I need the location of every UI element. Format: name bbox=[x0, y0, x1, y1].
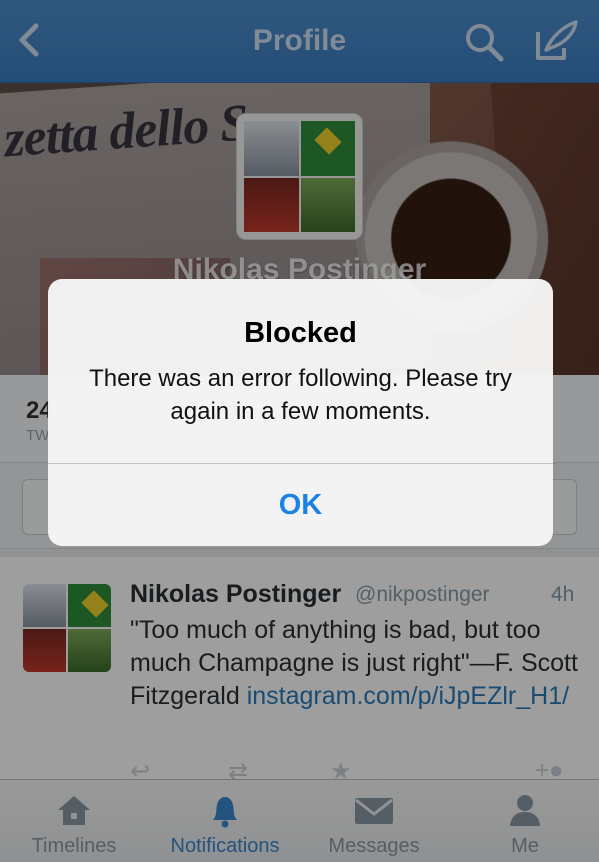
alert-message: There was an error following. Please try… bbox=[89, 365, 512, 425]
alert-dialog: Blocked There was an error following. Pl… bbox=[48, 279, 553, 546]
alert-title: Blocked bbox=[244, 317, 357, 349]
ok-button[interactable]: OK bbox=[48, 464, 553, 546]
